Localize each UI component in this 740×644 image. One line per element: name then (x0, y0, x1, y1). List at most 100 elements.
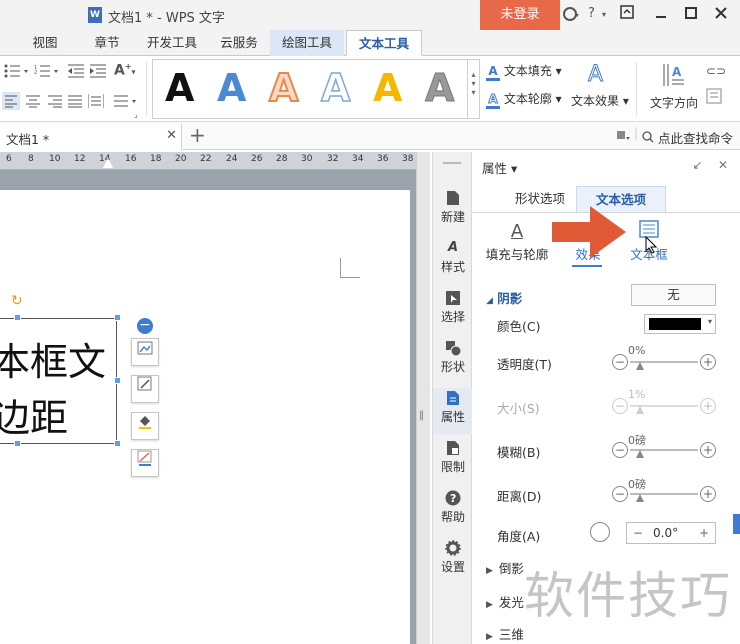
decrease-indent-icon[interactable] (68, 64, 84, 81)
slider-knob[interactable] (636, 362, 644, 370)
distance-slider[interactable]: 0磅 − + (612, 476, 716, 506)
text-effect-icon[interactable]: A (587, 62, 603, 88)
skin-icon[interactable] (563, 6, 581, 26)
increase-indent-icon[interactable] (90, 64, 106, 81)
sidebar-item-new[interactable]: 新建 (433, 188, 473, 234)
minus-icon[interactable]: − (633, 523, 643, 543)
plus-icon[interactable]: + (699, 523, 709, 543)
help-menu-icon[interactable]: ? (588, 6, 595, 21)
reflection-section-header[interactable]: ▶ 倒影 (486, 558, 524, 577)
panel-splitter[interactable]: ‖ (419, 410, 424, 421)
shadow-section-header[interactable]: ◢ 阴影 (486, 288, 522, 307)
tab-text-tools[interactable]: 文本工具 (346, 30, 422, 56)
gallery-scroll[interactable]: ▴ ▾ ▾ (468, 59, 480, 119)
3d-section-header[interactable]: ▶ 三维 (486, 624, 524, 643)
sidebar-item-restrict[interactable]: 限制 (433, 438, 473, 484)
align-left-icon[interactable] (2, 92, 20, 113)
wordart-style-gold[interactable]: A (373, 64, 402, 112)
panel-scrollbar-thumb[interactable] (733, 514, 740, 534)
indent-marker[interactable] (103, 158, 113, 168)
search-command-field[interactable]: 点此查找命令 (642, 128, 733, 147)
bullet-list-icon[interactable] (4, 64, 32, 81)
tab-cloud-services[interactable]: 云服务 (212, 30, 266, 56)
blur-slider[interactable]: 0磅 − + (612, 432, 716, 462)
minus-icon[interactable]: − (612, 486, 628, 502)
login-button[interactable]: 未登录 (480, 0, 560, 30)
font-size-up-icon[interactable]: A+▾ (114, 62, 136, 79)
resize-handle[interactable] (114, 314, 121, 321)
numbered-list-icon[interactable]: 12 (34, 64, 62, 81)
plus-icon[interactable]: + (700, 354, 716, 370)
sidebar-item-properties[interactable]: 属性 (433, 388, 473, 434)
layout-options-icon[interactable] (131, 338, 159, 366)
align-center-icon[interactable] (26, 94, 40, 111)
document-page[interactable]: ↻ 本框文 边距 − (0, 190, 410, 644)
align-right-icon[interactable] (48, 94, 62, 111)
link-icon[interactable]: ⊂⊃ (706, 64, 726, 78)
text-box-content[interactable]: 本框文 边距 (0, 334, 106, 446)
wordart-style-blue-outline[interactable]: A (320, 64, 351, 112)
text-outline-button[interactable]: A 文本轮廓 ▾ (486, 90, 562, 109)
panel-dock-icon[interactable]: ↙ (693, 158, 703, 172)
plus-icon[interactable]: + (700, 442, 716, 458)
justify-icon[interactable] (68, 94, 82, 111)
text-direction-icon[interactable]: A (662, 62, 686, 91)
distributed-align-icon[interactable] (87, 94, 105, 111)
glow-section-header[interactable]: ▶ 发光 (486, 592, 524, 611)
close-icon[interactable] (710, 4, 732, 26)
tab-developer-tools[interactable]: 开发工具 (140, 30, 204, 56)
text-fill-button[interactable]: A 文本填充 ▾ (486, 62, 562, 81)
document-tab[interactable]: 文档1 * ✕ (0, 124, 182, 150)
panel-close-icon[interactable]: ✕ (718, 158, 728, 172)
outline-pen-icon[interactable] (131, 449, 159, 477)
line-spacing-icon[interactable] (114, 94, 140, 111)
tab-view[interactable]: 视图 (20, 30, 70, 56)
search-command-label: 点此查找命令 (657, 131, 733, 146)
paragraph-dialog-icon[interactable]: ⌟ (134, 110, 138, 119)
sidebar-item-shape[interactable]: 形状 (433, 338, 473, 384)
subtab-fill-outline[interactable]: A 填充与轮廓 (484, 220, 550, 263)
text-box-link-icon[interactable] (706, 88, 722, 107)
sidebar-item-select[interactable]: 选择 (433, 288, 473, 334)
minus-icon[interactable]: − (612, 354, 628, 370)
angle-dial-icon[interactable] (590, 522, 610, 542)
wordart-style-blue[interactable]: A (217, 64, 246, 112)
vertical-scrollbar[interactable] (416, 152, 430, 644)
transparency-slider[interactable]: 0% − + (612, 344, 716, 374)
collapse-toolbar-icon[interactable]: − (137, 318, 153, 334)
sidebar-item-style[interactable]: A 样式 (433, 238, 473, 284)
plus-icon[interactable]: + (700, 486, 716, 502)
horizontal-ruler[interactable]: 6 8 10 12 14 16 18 20 22 24 26 28 30 32 … (0, 152, 416, 170)
text-effect-button[interactable]: 文本效果 ▾ (571, 92, 629, 109)
wordart-style-gray[interactable]: A (424, 64, 454, 112)
resize-handle[interactable] (114, 440, 121, 447)
shape-style-icon[interactable] (131, 375, 159, 403)
resize-handle[interactable] (114, 377, 121, 384)
sidebar-item-settings[interactable]: 设置 (433, 538, 473, 584)
wordart-style-black[interactable]: A (165, 64, 194, 112)
new-tab-icon[interactable]: + (189, 123, 206, 147)
resize-handle[interactable] (14, 314, 21, 321)
sidebar-item-help[interactable]: ? 帮助 (433, 488, 473, 534)
shadow-preset-button[interactable]: 无 (631, 284, 716, 306)
fill-bucket-icon[interactable] (131, 412, 159, 440)
shadow-color-picker[interactable]: ▾ (644, 314, 716, 334)
slider-knob[interactable] (636, 494, 644, 502)
minimize-icon[interactable] (650, 4, 672, 26)
rotate-handle-icon[interactable]: ↻ (11, 293, 23, 309)
ribbon-collapse-icon[interactable] (616, 4, 638, 26)
minus-icon[interactable]: − (612, 442, 628, 458)
text-direction-label[interactable]: 文字方向 (650, 94, 698, 111)
close-tab-icon[interactable]: ✕ (166, 128, 177, 143)
maximize-icon[interactable] (680, 4, 702, 26)
tab-chapter[interactable]: 章节 (82, 30, 132, 56)
panel-title[interactable]: 属性 ▾ (482, 158, 517, 177)
toolbar-dropdown-icon[interactable] (616, 128, 630, 145)
ruler-tick: 12 (74, 154, 86, 164)
wordart-style-orange-outline[interactable]: A (268, 64, 299, 112)
slider-knob[interactable] (636, 450, 644, 458)
angle-input[interactable]: − 0.0° + (626, 522, 716, 544)
fill-outline-icon: A (510, 221, 524, 242)
help-dropdown-icon[interactable]: ▾ (602, 10, 606, 19)
tab-drawing-tools[interactable]: 绘图工具 (270, 30, 344, 56)
